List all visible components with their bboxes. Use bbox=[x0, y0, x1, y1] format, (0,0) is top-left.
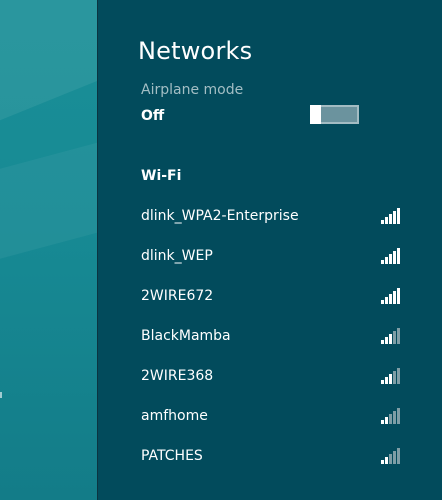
wifi-signal-icon bbox=[381, 368, 401, 384]
airplane-mode-label: Airplane mode bbox=[141, 82, 244, 98]
signal-bar bbox=[389, 294, 392, 304]
desktop-edge-mark bbox=[0, 392, 2, 398]
wifi-signal-icon bbox=[381, 448, 401, 464]
signal-bar bbox=[393, 211, 396, 224]
signal-bar bbox=[393, 291, 396, 304]
signal-bar bbox=[397, 248, 400, 264]
wifi-signal-icon bbox=[381, 328, 401, 344]
signal-bar bbox=[381, 340, 384, 344]
signal-bar bbox=[393, 411, 396, 424]
signal-bar bbox=[381, 420, 384, 424]
signal-bar bbox=[385, 457, 388, 464]
airplane-mode-state: Off bbox=[141, 108, 165, 124]
panel-title: Networks bbox=[138, 37, 253, 65]
signal-bar bbox=[393, 371, 396, 384]
signal-bar bbox=[397, 368, 400, 384]
signal-bar bbox=[381, 300, 384, 304]
network-list: dlink_WPA2-Enterprise dlink_WEP 2WIRE672… bbox=[98, 200, 442, 480]
network-item[interactable]: dlink_WEP bbox=[98, 240, 442, 280]
signal-bar bbox=[385, 257, 388, 264]
network-item[interactable]: amfhome bbox=[98, 400, 442, 440]
network-name: dlink_WEP bbox=[141, 248, 213, 264]
signal-bar bbox=[389, 254, 392, 264]
network-name: PATCHES bbox=[141, 448, 203, 464]
signal-bar bbox=[385, 297, 388, 304]
wifi-signal-icon bbox=[381, 208, 401, 224]
signal-bar bbox=[397, 288, 400, 304]
wifi-signal-icon bbox=[381, 288, 401, 304]
signal-bar bbox=[393, 451, 396, 464]
signal-bar bbox=[389, 414, 392, 424]
network-name: BlackMamba bbox=[141, 328, 231, 344]
signal-bar bbox=[393, 251, 396, 264]
signal-bar bbox=[397, 328, 400, 344]
signal-bar bbox=[385, 217, 388, 224]
signal-bar bbox=[397, 408, 400, 424]
network-name: amfhome bbox=[141, 408, 208, 424]
signal-bar bbox=[389, 214, 392, 224]
network-name: dlink_WPA2-Enterprise bbox=[141, 208, 299, 224]
signal-bar bbox=[381, 460, 384, 464]
screen: Networks Airplane mode Off Wi-Fi dlink_W… bbox=[0, 0, 442, 500]
toggle-thumb[interactable] bbox=[310, 105, 321, 124]
network-name: 2WIRE672 bbox=[141, 288, 214, 304]
wifi-signal-icon bbox=[381, 408, 401, 424]
signal-bar bbox=[385, 377, 388, 384]
signal-bar bbox=[397, 208, 400, 224]
desktop-decoration-lower bbox=[0, 123, 97, 267]
network-item[interactable]: BlackMamba bbox=[98, 320, 442, 360]
signal-bar bbox=[389, 454, 392, 464]
signal-bar bbox=[389, 374, 392, 384]
networks-panel: Networks Airplane mode Off Wi-Fi dlink_W… bbox=[97, 0, 442, 500]
network-item[interactable]: 2WIRE368 bbox=[98, 360, 442, 400]
network-item[interactable]: 2WIRE672 bbox=[98, 280, 442, 320]
network-name: 2WIRE368 bbox=[141, 368, 214, 384]
signal-bar bbox=[397, 448, 400, 464]
signal-bar bbox=[385, 417, 388, 424]
network-item[interactable]: dlink_WPA2-Enterprise bbox=[98, 200, 442, 240]
desktop-background bbox=[0, 0, 97, 500]
network-item[interactable]: PATCHES bbox=[98, 440, 442, 480]
signal-bar bbox=[385, 337, 388, 344]
signal-bar bbox=[381, 380, 384, 384]
wifi-section-header: Wi-Fi bbox=[141, 168, 182, 184]
signal-bar bbox=[381, 220, 384, 224]
wifi-signal-icon bbox=[381, 248, 401, 264]
desktop-decoration bbox=[0, 0, 97, 137]
signal-bar bbox=[381, 260, 384, 264]
signal-bar bbox=[389, 334, 392, 344]
signal-bar bbox=[393, 331, 396, 344]
airplane-mode-toggle[interactable] bbox=[310, 105, 359, 124]
